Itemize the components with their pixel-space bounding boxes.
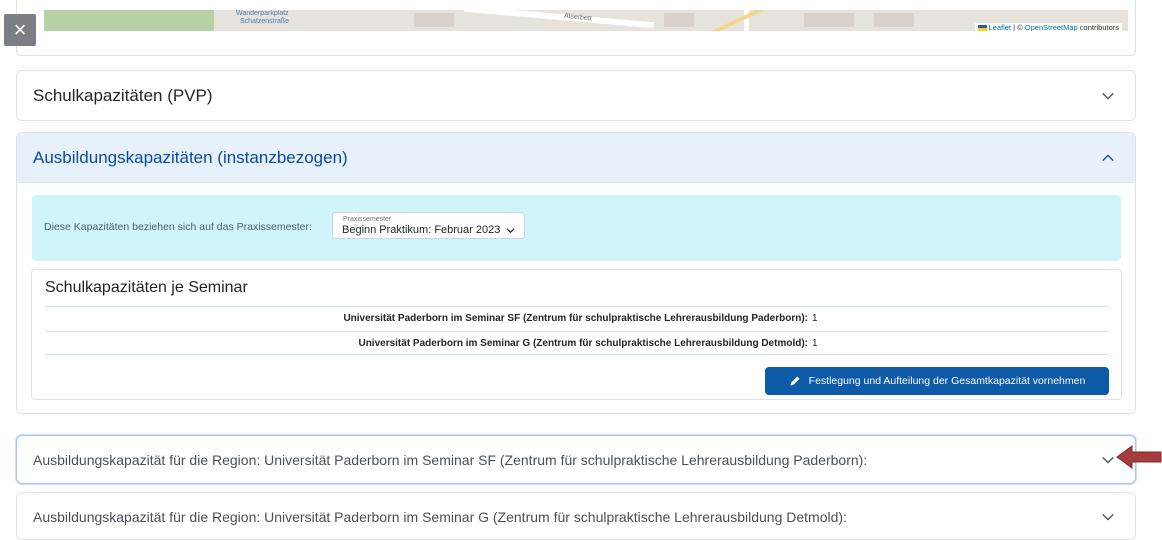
map-view[interactable]: Wanderparkplatz Schatzenstraße Alserbett… bbox=[44, 10, 1128, 31]
map-building bbox=[664, 13, 694, 27]
accordion-region-seminar-sf: Ausbildungskapazität für die Region: Uni… bbox=[16, 435, 1136, 484]
map-building bbox=[414, 13, 454, 27]
card-title: Schulkapazitäten je Seminar bbox=[45, 279, 248, 296]
chevron-up-icon bbox=[1102, 153, 1114, 161]
accordion-title: Schulkapazitäten (PVP) bbox=[33, 86, 213, 105]
close-icon: × bbox=[13, 17, 27, 42]
table-row: Universität Paderborn im Seminar SF (Zen… bbox=[45, 306, 1108, 330]
info-alert: Diese Kapazitäten beziehen sich auf das … bbox=[32, 195, 1121, 261]
map-building bbox=[874, 13, 914, 27]
close-button[interactable]: × bbox=[4, 14, 36, 46]
accordion-region-seminar-g: Ausbildungskapazität für die Region: Uni… bbox=[16, 492, 1136, 540]
accordion-title: Ausbildungskapazität für die Region: Uni… bbox=[33, 509, 847, 525]
osm-link[interactable]: OpenStreetMap bbox=[1025, 23, 1078, 31]
map-attribution: Leaflet | © OpenStreetMap contributors bbox=[974, 23, 1122, 31]
map-label: Schatzenstraße bbox=[240, 18, 290, 25]
festlegung-button[interactable]: Festlegung und Aufteilung der Gesamtkapa… bbox=[765, 367, 1109, 395]
select-label: Praxissemester bbox=[343, 216, 392, 223]
praxissemester-select[interactable]: Praxissemester Beginn Praktikum: Februar… bbox=[332, 212, 525, 239]
pencil-icon bbox=[790, 376, 800, 386]
map-label: Alserbett bbox=[563, 12, 592, 23]
map-road bbox=[464, 10, 654, 29]
schulkapazitaeten-seminar-card: Schulkapazitäten je Seminar Universität … bbox=[31, 269, 1122, 400]
info-text: Diese Kapazitäten beziehen sich auf das … bbox=[44, 221, 312, 233]
accordion-header-pvp[interactable]: Schulkapazitäten (PVP) bbox=[17, 71, 1135, 121]
accordion-header-ausbildung[interactable]: Ausbildungskapazitäten (instanzbezogen) bbox=[17, 133, 1135, 183]
map-card: Wanderparkplatz Schatzenstraße Alserbett… bbox=[16, 0, 1136, 56]
row-label: Universität Paderborn im Seminar SF (Zen… bbox=[343, 313, 808, 324]
accordion-title: Ausbildungskapazität für die Region: Uni… bbox=[33, 451, 868, 468]
accordion-title: Ausbildungskapazitäten (instanzbezogen) bbox=[33, 147, 348, 167]
select-value: Beginn Praktikum: Februar 2023 bbox=[342, 224, 501, 236]
accordion-header-region-g[interactable]: Ausbildungskapazität für die Region: Uni… bbox=[17, 493, 1135, 540]
map-label: Wanderparkplatz bbox=[236, 10, 289, 17]
accordion-ausbildungskapazitaeten: Ausbildungskapazitäten (instanzbezogen) … bbox=[16, 132, 1136, 414]
row-value: 1 bbox=[812, 338, 818, 349]
chevron-down-icon bbox=[1102, 513, 1114, 521]
map-park-area bbox=[44, 10, 214, 31]
accordion-schulkapazitaeten-pvp: Schulkapazitäten (PVP) bbox=[16, 70, 1136, 121]
chevron-down-icon bbox=[1102, 92, 1114, 100]
accordion-header-region-sf[interactable]: Ausbildungskapazität für die Region: Uni… bbox=[17, 436, 1135, 483]
leaflet-link[interactable]: Leaflet bbox=[989, 23, 1012, 31]
chevron-down-icon bbox=[1102, 456, 1114, 464]
row-label: Universität Paderborn im Seminar G (Zent… bbox=[358, 338, 808, 349]
arrow-left-icon bbox=[1116, 445, 1162, 469]
chevron-down-icon bbox=[506, 228, 515, 234]
flag-icon bbox=[977, 25, 987, 31]
row-value: 1 bbox=[812, 313, 818, 324]
map-road bbox=[697, 10, 781, 31]
table-row: Universität Paderborn im Seminar G (Zent… bbox=[45, 331, 1108, 355]
button-label: Festlegung und Aufteilung der Gesamtkapa… bbox=[808, 375, 1086, 387]
map-building bbox=[804, 13, 854, 27]
